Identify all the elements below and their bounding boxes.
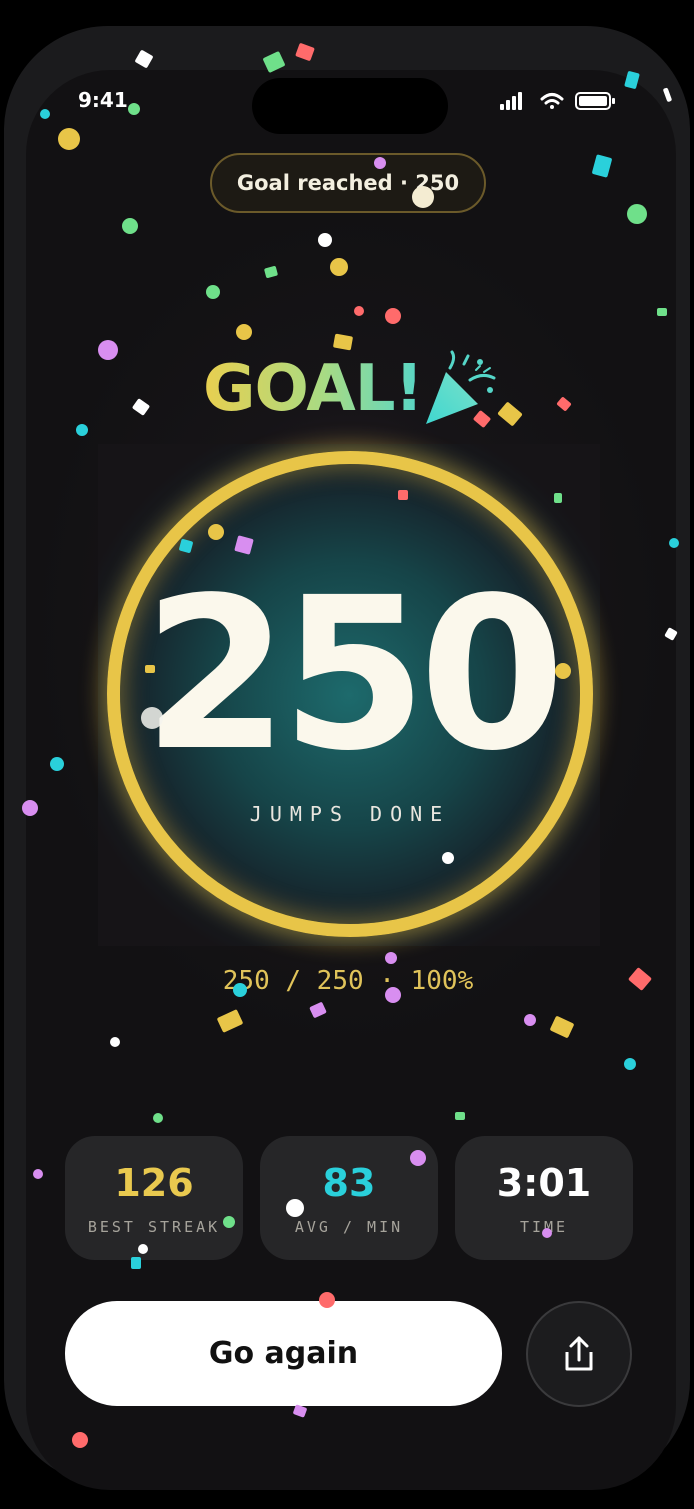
jump-count-label: JUMPS DONE	[249, 802, 451, 826]
wifi-icon	[540, 93, 564, 109]
stat-label: TIME	[519, 1218, 569, 1236]
stat-label: BEST STREAK	[87, 1218, 221, 1236]
jump-count: 250	[142, 552, 565, 797]
stat-best-streak: 126 BEST STREAK	[65, 1136, 243, 1260]
goal-title: GOAL!	[203, 352, 424, 426]
stat-value: 126	[114, 1161, 194, 1205]
stat-label: AVG / MIN	[294, 1218, 404, 1236]
status-time: 9:41	[78, 88, 128, 112]
go-again-button[interactable]: Go again	[65, 1301, 502, 1406]
share-button[interactable]	[526, 1301, 632, 1407]
dynamic-island	[252, 78, 448, 134]
party-popper-icon	[426, 350, 496, 424]
status-icons	[500, 92, 615, 110]
go-again-label: Go again	[208, 1336, 359, 1371]
stat-value: 83	[322, 1161, 376, 1205]
battery-icon	[575, 92, 615, 110]
stat-avg-per-min: 83 AVG / MIN	[260, 1136, 438, 1260]
goal-pill-label: Goal reached · 250	[236, 171, 460, 195]
stat-time: 3:01 TIME	[455, 1136, 633, 1260]
goal-reached-pill: Goal reached · 250	[210, 153, 486, 213]
share-icon	[565, 1336, 593, 1371]
progress-text: 250 / 250 · 100%	[222, 966, 474, 996]
signal-icon	[500, 92, 522, 110]
stat-value: 3:01	[496, 1161, 592, 1205]
